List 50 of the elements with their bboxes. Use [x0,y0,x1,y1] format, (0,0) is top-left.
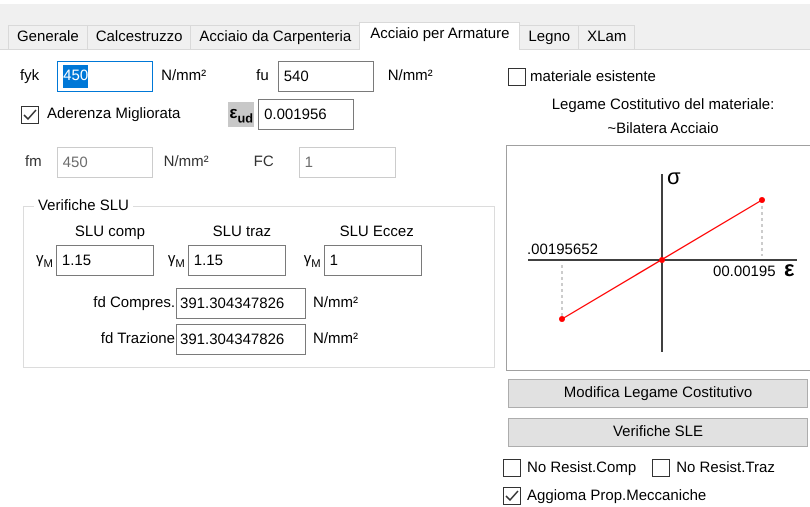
point-marker [659,256,665,262]
gamma-field[interactable]: 1 [324,245,422,276]
column-heading: SLU traz [212,223,271,240]
field-label: fu [256,66,269,86]
fyk-field[interactable]: 450 [57,61,154,92]
tab[interactable]: Generale [8,25,88,49]
checkbox[interactable] [21,106,39,124]
unit-label: N/mm² [161,66,206,86]
action-button[interactable]: Verifiche SLE [508,418,808,446]
axis-value-label: .00195652 [527,240,598,258]
field-label: fd Trazione [100,329,175,350]
checkbox[interactable] [652,458,670,477]
field-label: fyk [20,66,40,86]
checkbox[interactable] [508,68,526,86]
gamma-m-label: γ$_{M}$ [168,249,185,272]
checkbox[interactable] [503,487,521,506]
fu-field[interactable]: 540 [278,61,374,92]
epsilon-ud-field[interactable]: 0.001956 [258,99,354,130]
gamma-m-label: γ$_{M}$ [36,249,53,272]
caption-text: ~Bilatera Acciaio [607,120,719,136]
checkbox-label: Aggioma Prop.Meccaniche [527,486,706,506]
unit-label: N/mm² [388,66,433,86]
epsilon-ud-label: ε$_{ud}$ [228,102,254,128]
column-heading: SLU comp [74,223,145,240]
field-label: fd Compres. [92,293,175,314]
action-button[interactable]: Modifica Legame Costitutivo [508,378,808,408]
result-field[interactable]: 391.304347826 [176,324,306,355]
unit-label: N/mm² [313,329,358,350]
checkbox-label: materiale esistente [530,67,656,87]
result-field[interactable]: 391.304347826 [176,288,306,319]
axis-value-label: 00.00195 [713,262,776,280]
tab[interactable]: Acciaio per Armature [359,22,520,50]
gamma-field[interactable]: 1.15 [56,245,154,276]
point-marker [759,196,765,202]
column-heading: SLU Eccez [340,223,414,240]
checkbox-label: Aderenza Migliorata [47,104,180,124]
checkbox-label: No Resist.Comp [527,458,636,478]
checkbox-label: No Resist.Traz [676,458,775,478]
field-label: fm [25,152,42,172]
caption-text: Legame Costitutivo del materiale: [552,96,774,112]
unit-label: N/mm² [164,152,209,172]
unit-label: N/mm² [313,293,358,314]
checkbox[interactable] [503,458,521,477]
gamma-m-label: γ$_{M}$ [304,249,321,272]
axis-label: ε [784,256,794,280]
axis-label: σ [667,164,681,188]
tab[interactable]: XLam [578,25,636,49]
point-marker [559,316,565,322]
gamma-field[interactable]: 1.15 [188,245,286,276]
field-label: FC [254,152,274,172]
